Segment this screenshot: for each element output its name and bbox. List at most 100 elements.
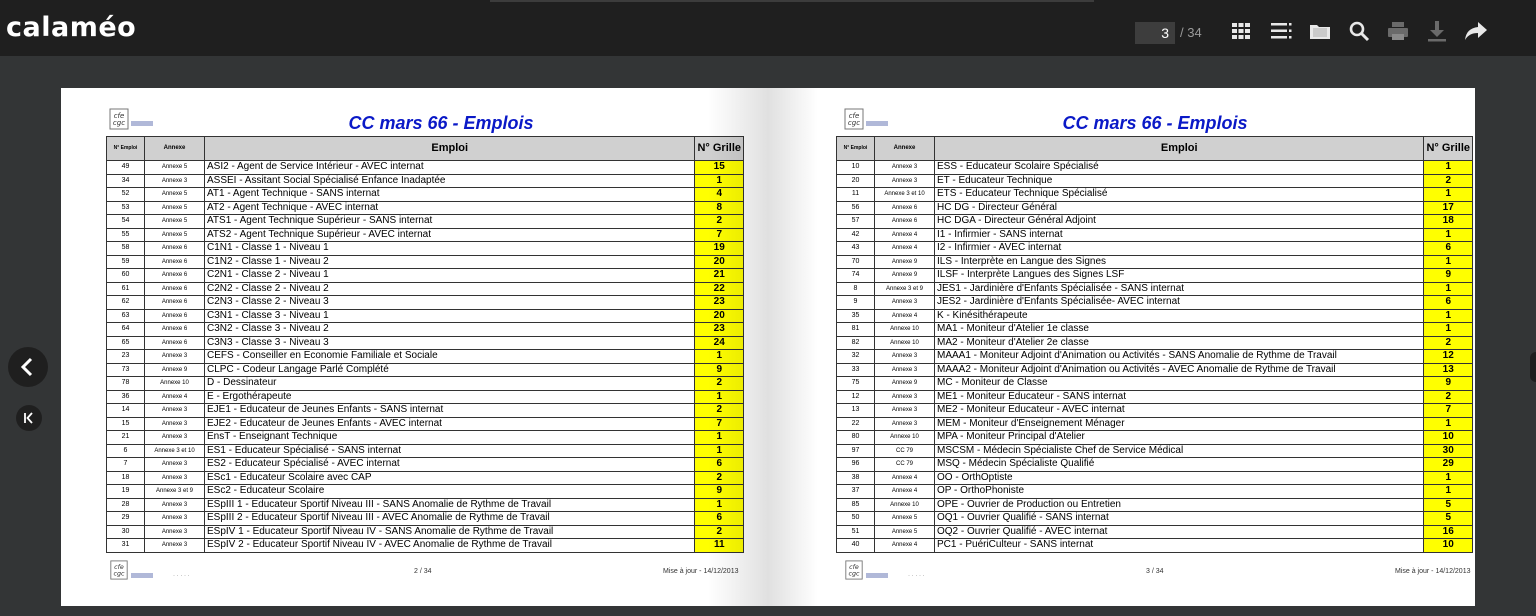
row-grille-number: 18 [1423,214,1473,229]
row-grille-number: 2 [1423,335,1473,350]
row-grille-number: 1 [1423,322,1473,337]
table-row: 61Annexe 6C2N2 - Classe 2 - Niveau 222 [106,281,744,296]
svg-text:cgc: cgc [113,570,125,577]
row-emploi-label: MSCSM - Médecin Spécialiste Chef de Serv… [933,443,1425,458]
footer-update: Mise à jour - 14/12/2013 [1395,568,1471,575]
table-row: 50 Annexe 5 OQ1 - Ouvrier Qualifié - SANS … [836,511,1473,526]
row-emploi-label: ESpIII 2 - Educateur Sportif Niveau III … [203,511,696,526]
table-row: 32 Annexe 3 MAAA1 - Moniteur Adjoint d'Ani… [836,349,1473,364]
row-emploi-label: OPE - Ouvrier de Production ou Entretien [933,497,1425,512]
table-row: 22 Annexe 3 MEM - Moniteur d'Enseignement … [836,416,1473,431]
row-annexe: Annexe 6 [144,241,205,256]
table-row: 13 Annexe 3 ME2 - Moniteur Educateur - AVE… [836,403,1473,418]
row-emploi-number: 59 [106,254,145,269]
row-annexe: Annexe 4 [874,308,935,323]
col-header-num: N° Emploi [106,136,145,161]
row-emploi-label: MC - Moniteur de Classe [933,376,1425,391]
row-annexe: Annexe 6 [144,322,205,337]
table-row: 80 Annexe 10 MPA - Moniteur Principal d'At… [836,430,1473,445]
row-emploi-number: 96 [836,457,875,472]
row-emploi-label: OQ2 - Ouvrier Qualifié - AVEC internat [933,524,1425,539]
row-emploi-number: 28 [106,497,145,512]
table-row: 34 Annexe 3 ASSEI - Assitant Social Spécia… [106,173,744,188]
table-row: 35 Annexe 4K - Kinésithérapeute 1 [836,308,1473,323]
table-row: 60Annexe 6C2N1 - Classe 2 - Niveau 121 [106,268,744,283]
row-annexe: Annexe 10 [874,322,935,337]
table-row: 75 Annexe 9 MC - Moniteur de Classe 9 [836,376,1473,391]
row-grille-number: 16 [1423,524,1473,539]
list-view-icon[interactable] [1268,18,1294,44]
row-annexe: Annexe 3 et 10 [874,187,935,202]
table-row: 96 CC 79 MSQ - Médecin Spécialiste Qualifi… [836,457,1473,472]
row-annexe: Annexe 6 [144,295,205,310]
col-header-num: N° Emploi [836,136,875,161]
table-row: 63Annexe 6C3N1 - Classe 3 - Niveau 120 [106,308,744,323]
row-emploi-number: 51 [836,524,875,539]
row-emploi-label: HC DG - Directeur Général [933,200,1425,215]
table-row: 36Annexe 4E - Ergothérapeute1 [106,389,744,404]
download-icon[interactable] [1424,18,1450,44]
table-row: 51 Annexe 5 OQ2 - Ouvrier Qualifié - AVEC … [836,524,1473,539]
page-title: CC mars 66 - Emplois [348,113,534,133]
row-emploi-number: 7 [106,457,145,472]
row-annexe: Annexe 3 et 9 [144,484,205,499]
previous-page-button[interactable] [8,347,48,387]
footer-dots: · · · · · [173,573,190,579]
row-emploi-label: ES2 - Educateur Spécialisé - AVEC intern… [203,457,696,472]
row-annexe: Annexe 4 [874,484,935,499]
row-emploi-number: 60 [106,268,145,283]
row-grille-number: 1 [1423,160,1473,175]
first-page-button[interactable] [16,405,42,431]
row-emploi-number: 6 [106,443,145,458]
print-icon[interactable] [1385,18,1411,44]
row-emploi-label: K - Kinésithérapeute [933,308,1425,323]
emplois-table: N° Emploi Annexe Emploi N° Grille 10 Anne… [836,136,1473,553]
row-annexe: Annexe 4 [874,241,935,256]
grid-view-icon[interactable] [1228,18,1254,44]
row-annexe: Annexe 3 [144,403,205,418]
row-annexe: Annexe 3 [144,538,205,553]
svg-text:cgc: cgc [113,119,125,127]
table-row: 7 Annexe 3 ES2 - Educateur Spécialisé - AV… [106,457,744,472]
row-emploi-number: 56 [836,200,875,215]
row-emploi-label: HC DGA - Directeur Général Adjoint [933,214,1425,229]
table-row: 23 Annexe 3 CEFS - Conseiller en Economie … [106,349,744,364]
row-emploi-number: 36 [106,389,145,404]
next-page-button[interactable] [1530,352,1536,382]
row-emploi-number: 85 [836,497,875,512]
row-emploi-number: 10 [836,160,875,175]
row-emploi-label: C3N1 - Classe 3 - Niveau 1 [203,308,696,323]
folder-icon[interactable] [1307,18,1333,44]
row-emploi-number: 13 [836,403,875,418]
row-emploi-number: 19 [106,484,145,499]
row-annexe: CC 79 [874,457,935,472]
table-row: 65Annexe 6C3N3 - Classe 3 - Niveau 324 [106,335,744,350]
row-emploi-label: MAAA1 - Moniteur Adjoint d'Animation ou … [933,349,1425,364]
row-annexe: Annexe 5 [144,187,205,202]
row-annexe: Annexe 6 [144,281,205,296]
row-emploi-label: OQ1 - Ouvrier Qualifié - SANS internat [933,511,1425,526]
table-row: 62Annexe 6C2N3 - Classe 2 - Niveau 323 [106,295,744,310]
row-grille-number: 1 [1423,308,1473,323]
row-emploi-label: MSQ - Médecin Spécialiste Qualifié [933,457,1425,472]
row-emploi-label: MPA - Moniteur Principal d'Atelier [933,430,1425,445]
row-grille-number: 2 [1423,173,1473,188]
row-emploi-label: ATS2 - Agent Technique Supérieur - AVEC … [203,227,696,242]
share-icon[interactable] [1463,18,1489,44]
row-grille-number: 7 [1423,403,1473,418]
search-icon[interactable] [1346,18,1372,44]
row-emploi-label: ILSF - Interprète Langues des Signes LSF [933,268,1425,283]
table-row: 21Annexe 3EnsT - Enseignant Technique1 [106,430,744,445]
calameo-logo[interactable]: calaméo [6,12,136,43]
row-emploi-number: 29 [106,511,145,526]
row-emploi-label: MA1 - Moniteur d'Atelier 1e classe [933,322,1425,337]
row-emploi-label: PC1 - PuériCulteur - SANS internat [933,538,1425,553]
row-grille-number: 1 [1423,187,1473,202]
row-emploi-label: C2N1 - Classe 2 - Niveau 1 [203,268,696,283]
page-number-input[interactable]: 3 [1135,22,1175,44]
footer-tag [131,573,153,578]
table-row: 56 Annexe 6 HC DG - Directeur Général 17 [836,200,1473,215]
row-emploi-label: C1N2 - Classe 1 - Niveau 2 [203,254,696,269]
row-emploi-number: 43 [836,241,875,256]
page-title: CC mars 66 - Emplois [1062,113,1248,133]
